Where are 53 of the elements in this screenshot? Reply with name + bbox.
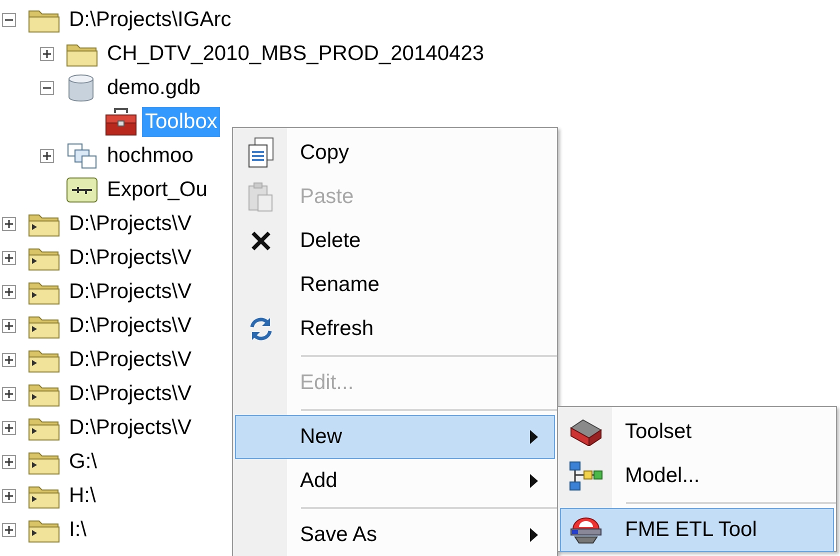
collapse-icon[interactable] — [40, 81, 54, 95]
menu-item[interactable]: Delete — [235, 219, 555, 263]
submenu-arrow-icon — [530, 528, 538, 542]
tree-item[interactable]: D:\Projects\V — [66, 379, 195, 409]
paste-icon — [247, 181, 275, 213]
menu-item[interactable]: FME ETL Tool — [560, 508, 834, 552]
refresh-icon — [248, 316, 274, 342]
tree-item[interactable]: G:\ — [66, 447, 100, 477]
menu-item[interactable]: Toolset — [560, 410, 834, 454]
submenu-arrow-icon — [530, 474, 538, 488]
model-icon — [569, 461, 603, 491]
tree-item[interactable]: H:\ — [66, 481, 99, 511]
expand-icon[interactable] — [2, 421, 16, 435]
collapse-icon[interactable] — [2, 13, 16, 27]
tree-item[interactable]: hochmoo — [104, 141, 196, 171]
tree-item[interactable]: Export_Ou — [104, 175, 210, 205]
menu-item[interactable]: Rename — [235, 263, 555, 307]
menu-item[interactable]: Save As — [235, 513, 555, 556]
expand-icon[interactable] — [2, 251, 16, 265]
database-icon — [66, 74, 96, 102]
toolbox-icon — [104, 107, 138, 137]
menu-item[interactable]: Copy — [235, 131, 555, 175]
expand-icon[interactable] — [2, 455, 16, 469]
expand-icon[interactable] — [2, 489, 16, 503]
menu-item[interactable]: New — [235, 415, 555, 459]
tree-item[interactable]: CH_DTV_2010_MBS_PROD_20140423 — [104, 39, 488, 69]
expand-icon[interactable] — [2, 523, 16, 537]
expand-icon[interactable] — [2, 285, 16, 299]
tree-item[interactable]: D:\Projects\V — [66, 345, 195, 375]
expand-icon[interactable] — [2, 353, 16, 367]
delete-icon — [250, 230, 272, 252]
group-layer-icon — [66, 142, 98, 170]
tree-item[interactable]: demo.gdb — [104, 73, 204, 103]
menu-item[interactable]: Model... — [560, 454, 834, 498]
expand-icon[interactable] — [2, 319, 16, 333]
expand-icon[interactable] — [40, 149, 54, 163]
tree-item[interactable]: D:\Projects\V — [66, 413, 195, 443]
toolset-icon — [569, 418, 603, 446]
tree-item[interactable]: D:\Projects\V — [66, 311, 195, 341]
fme-tool-icon — [569, 515, 603, 545]
tree-item[interactable]: D:\Projects\V — [66, 243, 195, 273]
expand-icon[interactable] — [2, 387, 16, 401]
tree-item[interactable]: D:\Projects\IGArc — [66, 5, 234, 35]
model-icon — [66, 177, 98, 203]
copy-icon — [247, 137, 275, 169]
expand-icon[interactable] — [40, 47, 54, 61]
menu-item[interactable]: Add — [235, 459, 555, 503]
expand-icon[interactable] — [2, 217, 16, 231]
tree-item[interactable]: I:\ — [66, 515, 90, 545]
submenu-arrow-icon — [530, 430, 538, 444]
menu-item[interactable]: Refresh — [235, 307, 555, 351]
tree-item[interactable]: D:\Projects\V — [66, 209, 195, 239]
tree-item[interactable]: D:\Projects\V — [66, 277, 195, 307]
